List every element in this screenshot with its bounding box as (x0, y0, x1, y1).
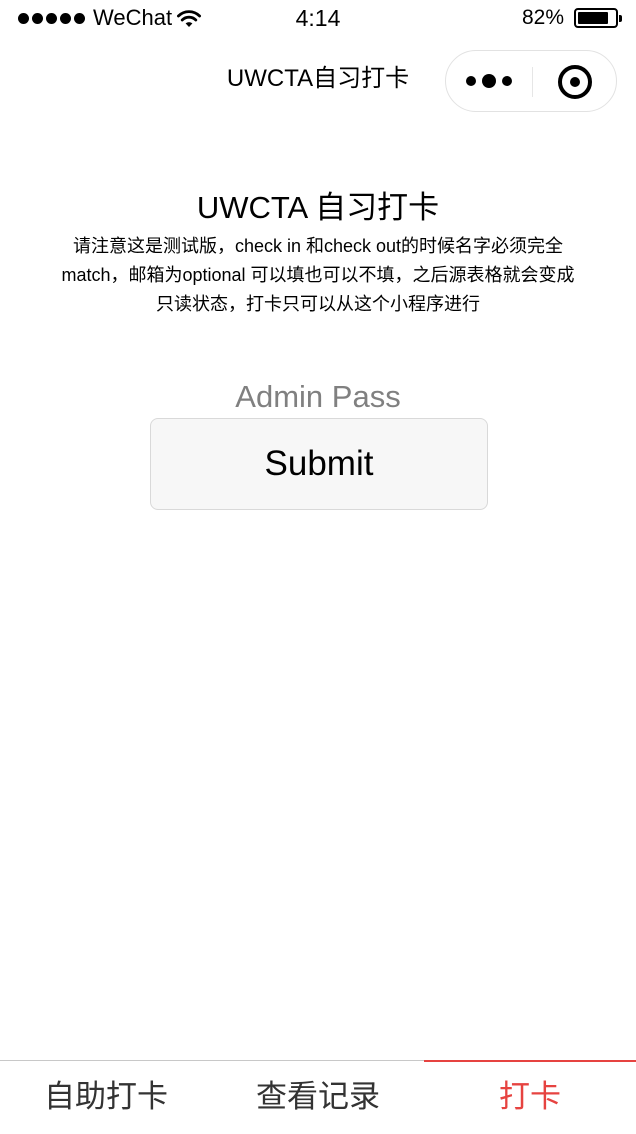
miniprogram-capsule (445, 50, 617, 112)
status-bar-right: 82% (521, 4, 622, 32)
battery-level-fill (578, 12, 608, 24)
navigation-bar: UWCTA自习打卡 (0, 36, 636, 126)
tab-self-checkin[interactable]: 自助打卡 (0, 1061, 212, 1134)
admin-pass-input[interactable] (150, 376, 486, 418)
close-miniprogram-icon[interactable] (558, 65, 592, 99)
nav-title: UWCTA自习打卡 (226, 65, 410, 92)
tab-view-records[interactable]: 查看记录 (212, 1061, 424, 1134)
battery-icon (574, 8, 622, 28)
capsule-divider (532, 67, 533, 97)
battery-percent: 82% (521, 6, 564, 29)
more-menu-icon[interactable] (466, 71, 512, 91)
tab-bar: 自助打卡 查看记录 打卡 (0, 1060, 636, 1134)
status-bar: WeChat 4:14 82% (0, 0, 636, 36)
tab-checkin[interactable]: 打卡 (424, 1060, 636, 1134)
page-title: UWCTA 自习打卡 (196, 190, 440, 225)
submit-button[interactable]: Submit (150, 418, 488, 510)
notice-text: 请注意这是测试版，check in 和check out的时候名字必须完全mat… (61, 236, 575, 314)
